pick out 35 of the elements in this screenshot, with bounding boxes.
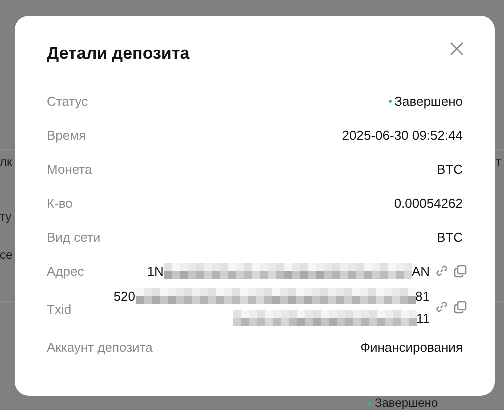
link-icon <box>436 264 448 276</box>
status-text: Завершено <box>375 397 438 410</box>
field-label: Монета <box>47 162 92 176</box>
copy-icon <box>454 264 467 278</box>
masked-text-end: 81 <box>416 288 430 304</box>
field-value: BTC <box>437 230 463 244</box>
field-value: 2025-06-30 09:52:44 <box>342 128 463 142</box>
field-label: Время <box>47 128 86 142</box>
link-button[interactable] <box>436 300 448 314</box>
masked-text-end: AN <box>412 264 430 278</box>
link-icon <box>436 300 448 312</box>
close-icon <box>450 42 464 56</box>
field-label: Адрес <box>47 264 84 278</box>
masked-text-start: 1N <box>147 264 164 278</box>
masked-text-start: 520 <box>114 288 136 304</box>
copy-icon <box>454 300 467 314</box>
page-text: т <box>496 155 502 169</box>
link-button[interactable] <box>436 264 448 278</box>
close-button[interactable] <box>450 42 464 56</box>
field-label: Статус <box>47 94 88 108</box>
field-value: Финансирования <box>360 340 463 354</box>
status-text: Завершено <box>394 94 463 108</box>
dialog-title: Детали депозита <box>47 44 190 64</box>
field-label: Вид сети <box>47 230 101 244</box>
copy-button[interactable] <box>454 300 467 314</box>
field-label: Txid <box>47 302 72 316</box>
field-label: Аккаунт депозита <box>47 340 153 354</box>
masked-text-end: 11 <box>416 310 430 326</box>
copy-button[interactable] <box>454 264 467 278</box>
page-text: лк <box>0 155 12 169</box>
page-text: ce <box>0 248 13 262</box>
page-text: ту <box>0 210 12 224</box>
field-label: К-во <box>47 196 73 210</box>
field-value: 0.00054262 <box>394 196 463 210</box>
field-value: BTC <box>437 162 463 176</box>
